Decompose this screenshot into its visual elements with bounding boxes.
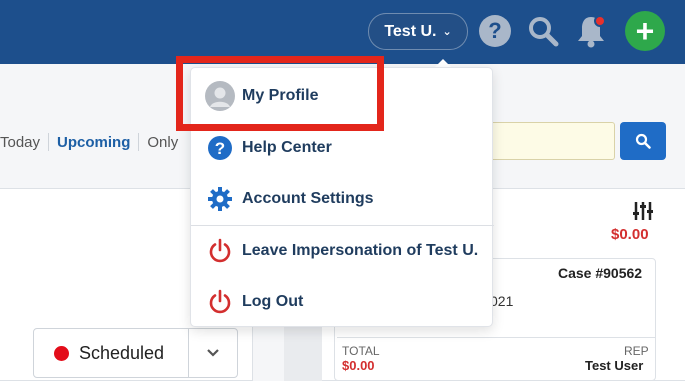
search-icon[interactable] [525,12,561,50]
total-label: TOTAL [342,344,380,358]
menu-item-label: Leave Impersonation of Test U. [242,242,479,259]
status-label: Scheduled [79,342,165,363]
help-icon[interactable]: ? [477,12,513,50]
summary-total: $0.00 [611,226,649,243]
menu-item-account-settings[interactable]: Account Settings [191,174,494,224]
filter-today[interactable]: Today [0,134,48,151]
search-input[interactable] [488,122,615,160]
status-selector[interactable]: Scheduled [33,328,238,378]
menu-item-label: Help Center [242,139,332,156]
notification-badge [594,15,606,27]
plus-icon: + [635,13,655,49]
rep-label: REP [624,344,649,358]
menu-item-label: Account Settings [242,190,374,207]
filter-only[interactable]: Only [139,134,186,151]
chevron-down-icon: ⌄ [442,26,452,38]
help-icon: ? [205,133,235,163]
date-filters: Today Upcoming Only [0,132,186,152]
status-dot-icon [54,345,69,361]
status-dropdown-toggle[interactable] [188,329,237,377]
filter-upcoming[interactable]: Upcoming [49,134,138,151]
search-icon [635,133,651,149]
status-display[interactable]: Scheduled [34,329,188,377]
rep-value: Test User [585,358,644,373]
power-icon [205,287,235,317]
menu-item-log-out[interactable]: Log Out [191,277,494,327]
case-number: Case #90562 [558,265,643,281]
menu-item-label: Log Out [242,293,304,310]
user-menu-button[interactable]: Test U. ⌄ [368,13,468,50]
chevron-down-icon [207,349,219,357]
power-icon [205,236,235,266]
menu-item-leave-impersonation[interactable]: Leave Impersonation of Test U. [191,226,494,276]
card-divider [337,337,655,338]
user-menu-label: Test U. [384,22,437,40]
svg-text:?: ? [215,139,225,158]
gear-icon [205,184,235,214]
search-button[interactable] [620,122,666,160]
sliders-icon[interactable] [632,200,654,228]
highlight-box [176,56,384,131]
svg-text:?: ? [488,18,501,43]
add-button[interactable]: + [625,11,665,51]
total-value: $0.00 [342,358,375,373]
